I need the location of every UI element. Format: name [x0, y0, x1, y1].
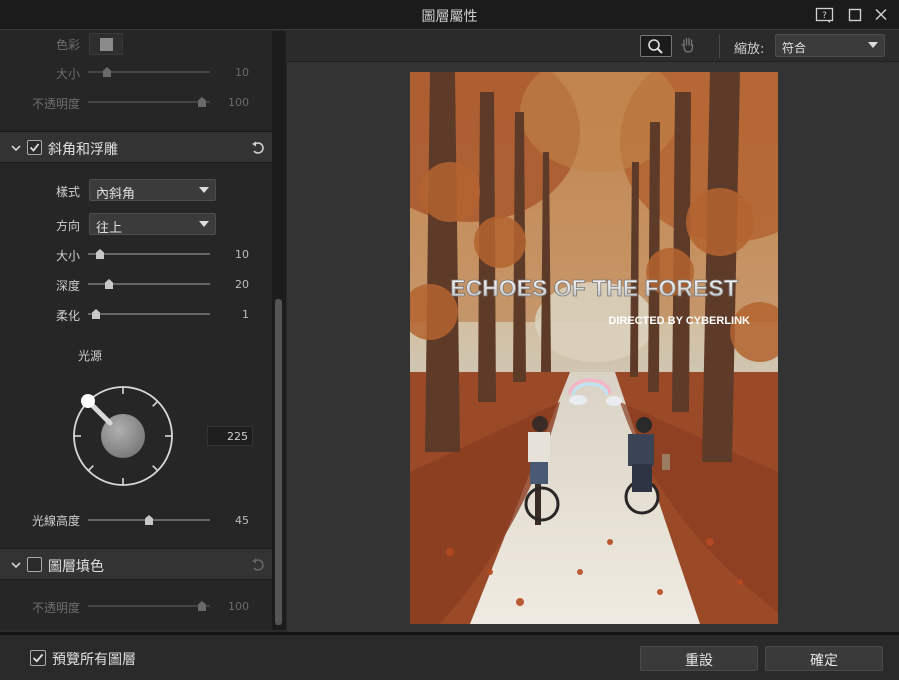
slider-knob[interactable] — [92, 309, 100, 319]
forest-poster-art: ECHOES OF THE FOREST DIRECTED BY CYBERLI… — [410, 72, 778, 624]
shadow-opacity-slider[interactable] — [88, 97, 210, 107]
zoom-dropdown[interactable]: 符合 — [775, 34, 885, 57]
fill-section-title: 圖層填色 — [48, 559, 104, 575]
bevel-soften-value: 1 — [242, 308, 249, 321]
fill-opacity-slider[interactable] — [88, 601, 210, 611]
properties-panel: 色彩 大小 10 不透明度 100 斜角和浮雕 樣式 內斜角 方向 往上 大小 … — [0, 31, 272, 630]
close-button[interactable] — [871, 6, 891, 24]
reset-icon[interactable] — [250, 140, 266, 156]
bevel-depth-label: 深度 — [56, 279, 81, 293]
shadow-opacity-value: 100 — [228, 96, 249, 109]
light-angle-dial[interactable] — [68, 381, 180, 493]
color-chip — [100, 38, 113, 51]
bevel-direction-dropdown[interactable]: 往上 — [89, 213, 216, 236]
pan-tool-button[interactable] — [673, 35, 705, 57]
zoom-magnifier-icon — [648, 39, 663, 54]
fill-section-header[interactable]: 圖層填色 — [0, 548, 272, 580]
preview-area: 縮放: 符合 ECHOES OF THE FOREST DIRECTED BY … — [287, 31, 899, 632]
title-bar: 圖層屬性 ? — [0, 0, 899, 30]
checkbox-check-icon — [29, 143, 40, 152]
hand-pan-icon — [681, 37, 694, 53]
window-title: 圖層屬性 — [421, 9, 478, 25]
help-button[interactable]: ? — [815, 6, 835, 24]
slider-knob[interactable] — [145, 515, 153, 525]
zoom-value: 符合 — [782, 41, 807, 55]
bevel-style-dropdown[interactable]: 內斜角 — [89, 179, 216, 202]
close-icon — [875, 8, 887, 21]
bevel-checkbox[interactable] — [27, 140, 42, 155]
fill-opacity-label: 不透明度 — [32, 601, 81, 615]
light-altitude-slider[interactable] — [88, 515, 210, 525]
shadow-color-label: 色彩 — [56, 38, 81, 52]
light-source-label: 光源 — [78, 349, 103, 363]
shadow-size-label: 大小 — [56, 67, 81, 81]
toolbar-separator — [719, 34, 720, 58]
bevel-size-slider[interactable] — [88, 249, 210, 259]
preview-toolbar: 縮放: 符合 — [287, 31, 899, 62]
preview-all-layers-checkbox[interactable] — [30, 650, 46, 666]
bevel-depth-slider[interactable] — [88, 279, 210, 289]
zoom-tool-button[interactable] — [640, 35, 672, 57]
zoom-label: 縮放: — [734, 42, 765, 57]
bevel-size-value: 10 — [235, 248, 249, 261]
fill-opacity-value: 100 — [228, 600, 249, 613]
slider-knob[interactable] — [105, 279, 113, 289]
svg-text:?: ? — [822, 11, 827, 21]
scrollbar-thumb[interactable] — [275, 299, 282, 625]
poster-subtitle: DIRECTED BY CYBERLINK — [608, 315, 750, 327]
light-angle-input[interactable]: 225 — [207, 426, 253, 446]
shadow-color-swatch[interactable] — [89, 33, 123, 55]
dropdown-arrow-icon — [868, 42, 878, 48]
poster-title: ECHOES OF THE FOREST — [450, 275, 738, 301]
slider-knob[interactable] — [198, 97, 206, 107]
footer-bar: 預覽所有圖層 重設 確定 — [0, 635, 899, 680]
reset-button[interactable]: 重設 — [640, 646, 758, 671]
poster-preview-image: ECHOES OF THE FOREST DIRECTED BY CYBERLI… — [410, 72, 778, 624]
bevel-soften-slider[interactable] — [88, 309, 210, 319]
help-icon: ? — [815, 7, 834, 23]
bevel-direction-value: 往上 — [96, 221, 123, 236]
maximize-icon — [848, 8, 862, 22]
slider-knob[interactable] — [103, 67, 111, 77]
shadow-size-slider[interactable] — [88, 67, 210, 77]
bevel-depth-value: 20 — [235, 278, 249, 291]
chevron-down-icon[interactable] — [10, 142, 22, 154]
slider-knob[interactable] — [96, 249, 104, 259]
reset-icon — [252, 558, 264, 571]
light-altitude-label: 光線高度 — [32, 514, 81, 528]
chevron-down-icon[interactable] — [10, 559, 22, 571]
shadow-opacity-label: 不透明度 — [32, 97, 81, 111]
shadow-size-value: 10 — [235, 66, 249, 79]
bevel-size-label: 大小 — [56, 249, 81, 263]
bevel-soften-label: 柔化 — [56, 309, 81, 323]
ok-button[interactable]: 確定 — [765, 646, 883, 671]
bevel-section-title: 斜角和浮雕 — [48, 142, 118, 158]
bevel-style-value: 內斜角 — [96, 187, 136, 202]
bevel-section-header[interactable]: 斜角和浮雕 — [0, 131, 272, 163]
dial-handle[interactable] — [81, 394, 95, 408]
checkbox-check-icon — [32, 653, 44, 663]
bevel-direction-label: 方向 — [56, 219, 81, 233]
preview-all-layers-label[interactable]: 預覽所有圖層 — [52, 649, 136, 669]
light-altitude-value: 45 — [235, 514, 249, 527]
bevel-style-label: 樣式 — [56, 185, 81, 199]
dropdown-arrow-icon — [199, 187, 209, 193]
fill-checkbox[interactable] — [27, 557, 42, 572]
panel-scrollbar[interactable] — [272, 31, 286, 630]
dropdown-arrow-icon — [199, 221, 209, 227]
maximize-button[interactable] — [845, 6, 865, 24]
slider-knob[interactable] — [198, 601, 206, 611]
